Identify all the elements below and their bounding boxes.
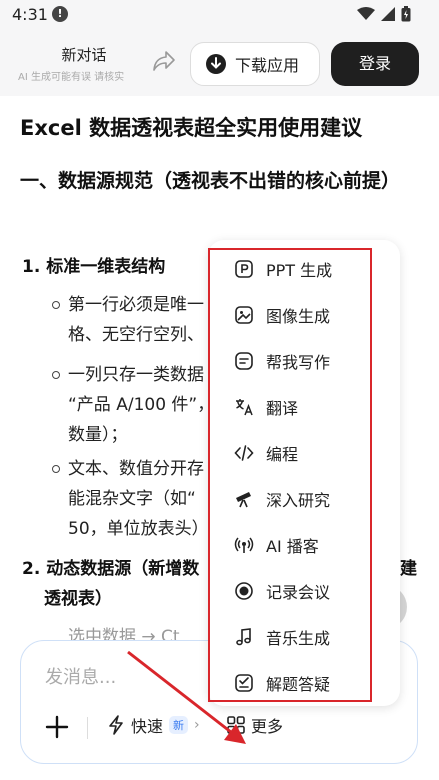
solve-icon — [235, 674, 253, 692]
more-label: 更多 — [251, 717, 284, 736]
menu-item-label: 图像生成 — [266, 307, 331, 326]
app-header: 新对话 AI 生成可能有误 请核实 下载应用 登录 — [0, 30, 439, 96]
menu-item-code[interactable]: 编程 — [208, 430, 400, 476]
menu-item-podcast[interactable]: AI 播客 — [208, 522, 400, 568]
article-title: Excel 数据透视表超全实用使用建议 — [20, 116, 363, 140]
list-item-title: 2. 动态数据源（新增数 — [22, 559, 200, 579]
plus-icon[interactable] — [43, 713, 71, 741]
podcast-icon — [234, 537, 254, 553]
menu-item-label: 编程 — [266, 445, 299, 464]
telescope-icon — [236, 492, 251, 508]
download-app-button[interactable]: 下载应用 — [190, 42, 320, 86]
status-bar: 4:31 ! — [0, 0, 439, 30]
menu-item-translate[interactable]: 翻译 — [208, 384, 400, 430]
list-item-title: 1. 标准一维表结构 — [22, 257, 166, 277]
download-icon — [206, 54, 226, 74]
info-icon: ! — [52, 6, 68, 22]
ppt-icon — [235, 260, 253, 278]
bullet-marker — [52, 301, 60, 309]
battery-icon — [401, 6, 411, 22]
menu-item-research[interactable]: 深入研究 — [208, 476, 400, 522]
menu-item-label: PPT 生成 — [266, 261, 333, 280]
menu-item-label: AI 播客 — [266, 537, 319, 556]
record-icon — [235, 582, 253, 600]
more-features-button[interactable]: 更多 — [227, 713, 283, 737]
menu-item-ppt[interactable]: PPT 生成 — [208, 246, 400, 292]
section-heading: 一、数据源规范（透视表不出错的核心前提） — [20, 170, 401, 192]
message-input[interactable]: 发消息... — [45, 663, 116, 689]
menu-item-label: 深入研究 — [266, 491, 331, 510]
chat-subtitle: AI 生成可能有误 请核实 — [18, 72, 125, 83]
signal-icon — [381, 7, 395, 21]
music-icon — [236, 628, 251, 646]
list-item-title-line2: 透视表） — [44, 589, 112, 609]
code-icon — [234, 445, 254, 461]
menu-item-image[interactable]: 图像生成 — [208, 292, 400, 338]
bullet-marker — [52, 371, 60, 379]
image-icon — [235, 306, 253, 324]
quick-mode-button[interactable]: 快速 新 › — [107, 713, 200, 737]
writing-icon — [235, 352, 253, 370]
quick-label: 快速 — [131, 717, 164, 736]
menu-item-label: 帮我写作 — [266, 353, 331, 372]
wifi-icon — [357, 7, 375, 20]
menu-item-record-meeting[interactable]: 记录会议 — [208, 568, 400, 614]
status-icons — [357, 6, 411, 22]
new-badge: 新 — [169, 716, 189, 734]
chat-title[interactable]: 新对话 — [20, 44, 148, 65]
share-icon[interactable] — [152, 50, 176, 72]
menu-item-solve[interactable]: 解题答疑 — [208, 660, 400, 706]
lightning-icon — [109, 715, 123, 735]
list-item-title-tail: 建 — [400, 559, 417, 579]
download-label: 下载应用 — [235, 56, 300, 75]
menu-item-music[interactable]: 音乐生成 — [208, 614, 400, 660]
menu-item-label: 音乐生成 — [266, 629, 331, 648]
grid-icon — [227, 716, 245, 734]
feature-menu: PPT 生成 图像生成 帮我写作 翻译 编程 深入研究 AI 播客 记录会议 音… — [208, 240, 400, 706]
login-button[interactable]: 登录 — [331, 42, 419, 86]
status-time: 4:31 — [12, 5, 48, 24]
translate-icon — [236, 399, 253, 416]
chevron-right-icon: › — [194, 717, 200, 733]
bullet-marker — [52, 465, 60, 473]
menu-item-label: 记录会议 — [266, 583, 331, 602]
menu-item-label: 翻译 — [266, 399, 299, 418]
menu-item-label: 解题答疑 — [266, 675, 331, 694]
menu-item-writing[interactable]: 帮我写作 — [208, 338, 400, 384]
composer-divider — [87, 717, 88, 739]
